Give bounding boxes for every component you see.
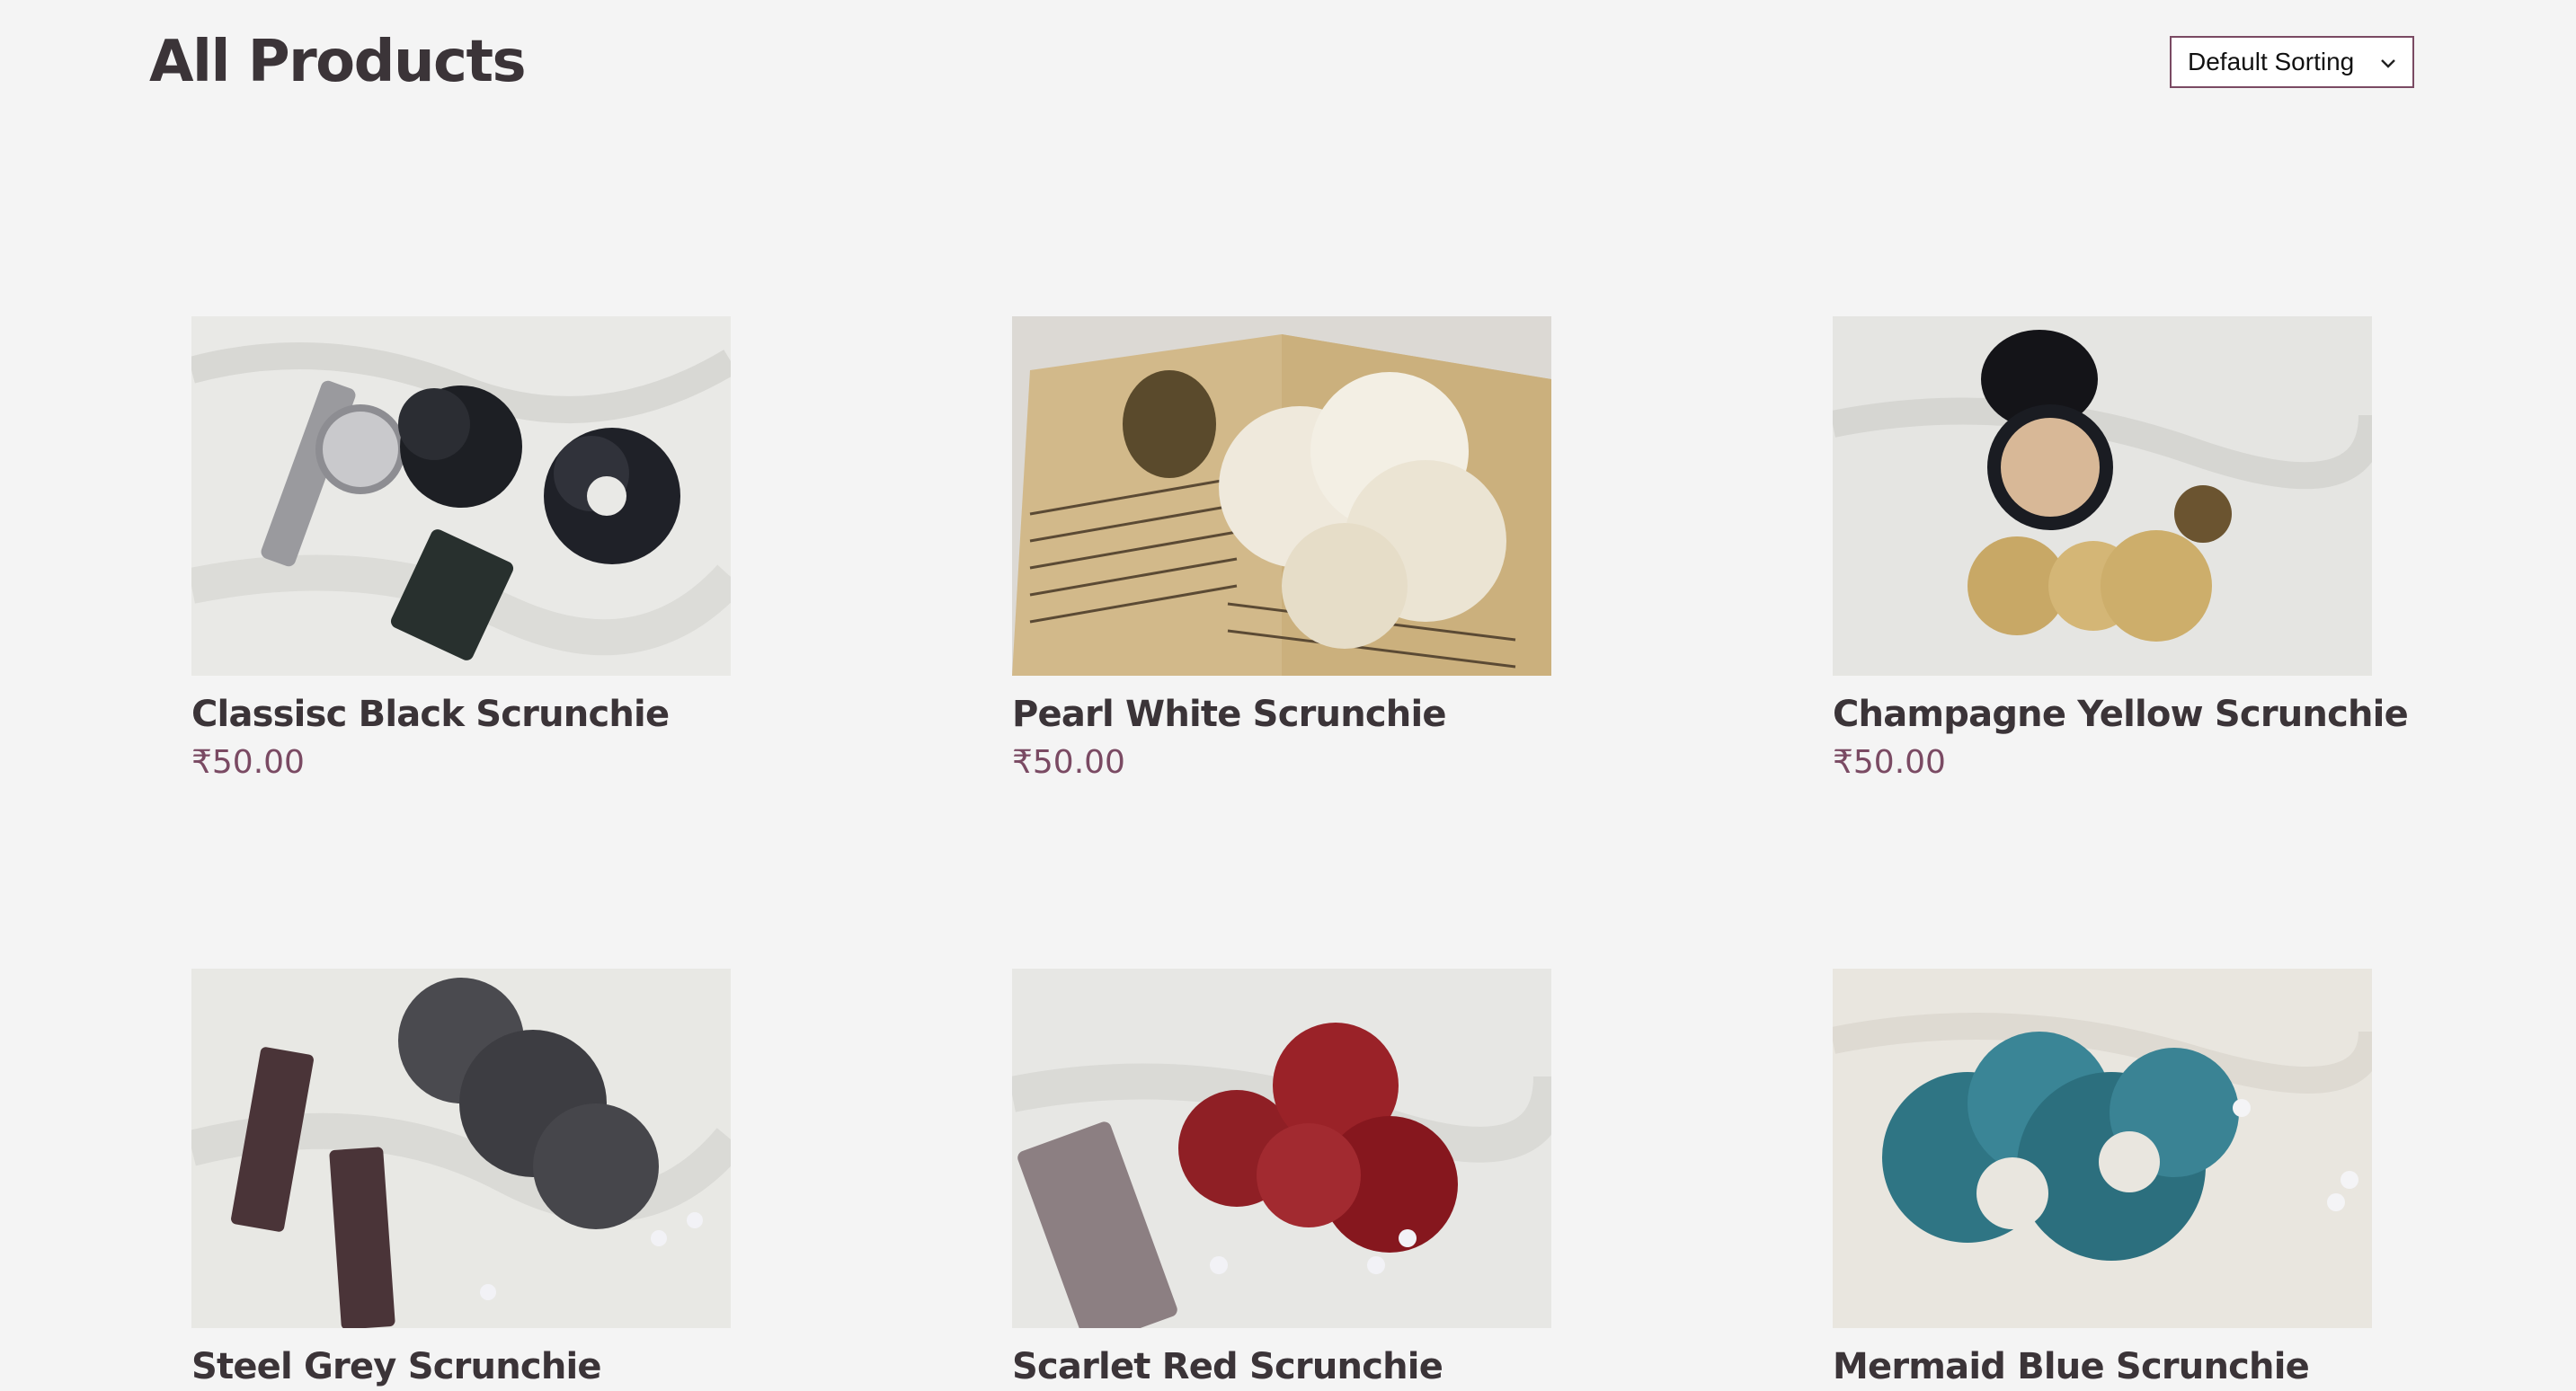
product-card[interactable]: Mermaid Blue Scrunchie [1833,969,2372,1391]
product-card[interactable]: Steel Grey Scrunchie [191,969,731,1391]
product-name[interactable]: Pearl White Scrunchie [1012,690,1551,739]
product-price: ₹50.00 [1012,744,1125,781]
product-card[interactable]: Scarlet Red Scrunchie [1012,969,1551,1391]
product-name[interactable]: Champagne Yellow Scrunchie [1833,690,2409,739]
product-image[interactable] [1833,316,2372,676]
product-image[interactable] [1012,969,1551,1328]
chevron-down-icon [2378,50,2398,70]
sort-select[interactable]: Default Sorting [2170,36,2414,88]
product-name[interactable]: Steel Grey Scrunchie [191,1342,731,1391]
product-image[interactable] [191,316,731,676]
product-card[interactable]: Classisc Black Scrunchie ₹50.00 [191,316,731,785]
product-name[interactable]: Classisc Black Scrunchie [191,690,731,739]
product-card[interactable]: Pearl White Scrunchie ₹50.00 [1012,316,1551,785]
sort-select-value: Default Sorting [2188,48,2355,75]
product-name[interactable]: Scarlet Red Scrunchie [1012,1342,1551,1391]
product-name[interactable]: Mermaid Blue Scrunchie [1833,1342,2372,1391]
product-price: ₹50.00 [1833,744,1946,781]
product-image[interactable] [1012,316,1551,676]
product-image[interactable] [1833,969,2372,1328]
product-card[interactable]: Champagne Yellow Scrunchie ₹50.00 [1833,316,2409,785]
product-price: ₹50.00 [191,744,305,781]
page-title: All Products [149,29,527,95]
product-image[interactable] [191,969,731,1328]
